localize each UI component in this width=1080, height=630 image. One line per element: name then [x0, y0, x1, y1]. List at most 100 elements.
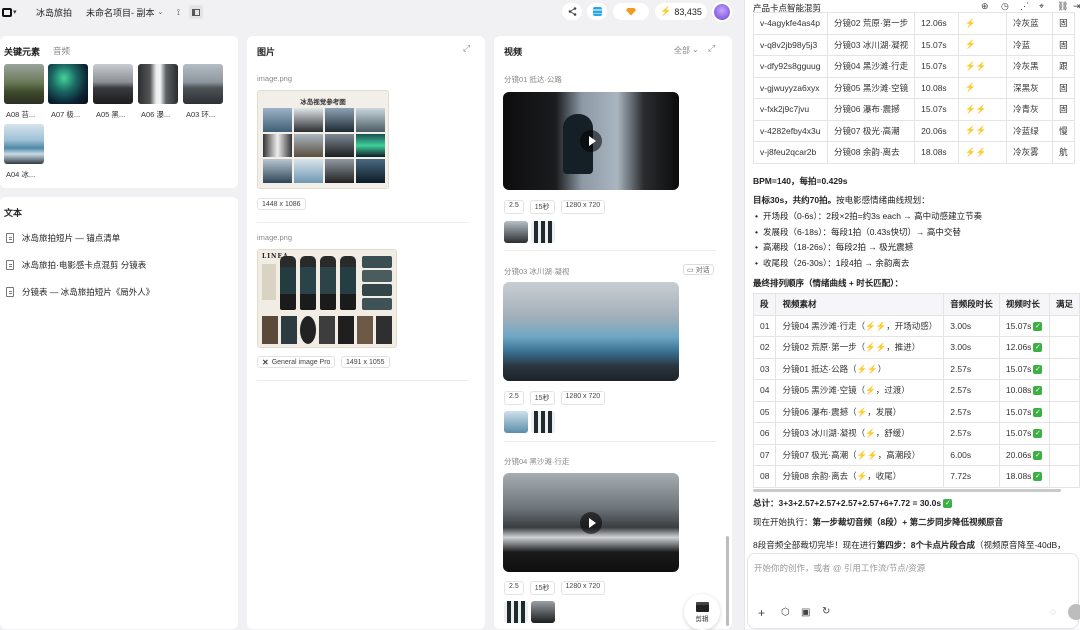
- table-cell: v-gjwuyyza6xyx: [753, 76, 828, 99]
- element-label: A06 瀑...: [141, 110, 171, 119]
- credits-pill[interactable]: ⚡ 83,435: [655, 3, 707, 20]
- new-chat-icon[interactable]: ⊕: [981, 1, 989, 12]
- table-cell: 分镜08 余韵·离去（⚡，收尾）: [775, 465, 945, 488]
- stack-button[interactable]: [587, 3, 607, 20]
- reference-thumb[interactable]: [504, 411, 528, 433]
- reference-thumb[interactable]: [504, 221, 528, 243]
- table-scrollbar[interactable]: [753, 489, 1061, 492]
- total-text: 总计：3+3+2.57+2.57+2.57+2.57+6+7.72 = 30.0…: [753, 498, 953, 509]
- reference-thumb[interactable]: [531, 601, 555, 623]
- table-cell: [1048, 379, 1080, 402]
- scrollbar[interactable]: [726, 536, 729, 626]
- table-cell: 01: [752, 314, 777, 337]
- table-cell: 18.08s: [914, 141, 960, 164]
- add-icon[interactable]: +: [758, 606, 765, 620]
- table-row: 04 分镜05 黑沙滩·空镜（⚡，过渡） 2.57s 10.08s ✓: [752, 379, 1080, 402]
- check-icon: ✓: [1033, 472, 1043, 482]
- table-cell: 7.72s: [943, 465, 1000, 488]
- table-cell: 深黑灰: [1006, 76, 1054, 99]
- meta-model: 2.5: [504, 391, 524, 405]
- play-icon[interactable]: [580, 130, 602, 152]
- layout-icon[interactable]: [189, 5, 204, 19]
- table-cell: 固: [1052, 33, 1075, 56]
- share-icon[interactable]: ⋰: [1020, 1, 1029, 12]
- image-icon[interactable]: ▣: [801, 607, 810, 618]
- app-logo[interactable]: ▾: [2, 6, 24, 18]
- reference-thumb[interactable]: [531, 221, 555, 243]
- edit-button[interactable]: 剪辑: [684, 594, 720, 630]
- table-row: v-gjwuyyza6xyx 分镜05 黑沙滩·空镜 10.08s ⚡ 深黑灰固: [753, 76, 1075, 99]
- table-cell: 03: [752, 357, 777, 380]
- doc-item[interactable]: 冰岛旅拍短片 — 锚点清单: [6, 232, 120, 244]
- upgrade-button[interactable]: [613, 3, 649, 20]
- element-thumb-aurora[interactable]: [48, 64, 88, 104]
- element-thumb-road[interactable]: [183, 64, 223, 104]
- collapse-icon[interactable]: ⇥: [1073, 1, 1080, 12]
- table-cell: 2.57s: [943, 357, 1000, 380]
- chat-input-box[interactable]: 开始你的创作，或者 @ 引用工作流/节点/资源 + ⬡ ▣ ↻ ◌: [747, 553, 1080, 629]
- refresh-icon[interactable]: ↻: [822, 606, 830, 617]
- bpm-text: BPM=140，每拍=0.429s: [753, 176, 848, 186]
- image-size-chip: 1448 x 1086: [257, 198, 306, 210]
- video-card-glacier[interactable]: [503, 282, 679, 381]
- table-cell: 6.00s: [943, 443, 1000, 466]
- link-icon[interactable]: ⛓: [1057, 1, 1068, 12]
- expand-icon[interactable]: ⤢: [463, 43, 470, 54]
- element-thumb-glacier[interactable]: [4, 124, 44, 164]
- doc-item[interactable]: 分镜表 — 冰岛旅拍短片《局外人》: [6, 286, 154, 298]
- filter-dropdown[interactable]: 全部 ⌄: [674, 45, 699, 56]
- video-label: 分镜03 冰川湖·凝视: [504, 267, 570, 276]
- dialogue-badge[interactable]: ▭ 对话: [683, 264, 714, 275]
- table-cell: 15.07s: [914, 55, 960, 78]
- meta-model: 2.5: [504, 581, 524, 595]
- plan-item: 收尾段（26-30s）：1段4拍 → 余韵离去: [755, 256, 982, 272]
- table-cell: ⚡⚡: [958, 98, 1008, 121]
- table-cell: v-4282efby4x3u: [753, 119, 828, 142]
- meta-duration: 15秒: [529, 581, 555, 595]
- avatar[interactable]: [712, 2, 732, 22]
- table-row: 01 分镜04 黑沙滩·行走（⚡⚡，开场动感） 3.00s 15.07s ✓: [752, 314, 1080, 337]
- doc-item[interactable]: 冰岛旅拍·电影感卡点混剪 分镜表: [6, 259, 146, 271]
- lightning-icon: ⚡: [660, 6, 672, 16]
- check-icon: ✓: [1033, 407, 1043, 417]
- table-cell: 15.07s ✓: [998, 422, 1050, 445]
- video-card-black-sand[interactable]: [503, 473, 679, 572]
- tab-audio[interactable]: 音频: [53, 45, 70, 57]
- clips-table: v-4agykfe4as4p 分镜02 荒原·第一步 12.06s ⚡ 冷灰蓝固 v-q8…: [753, 12, 1075, 164]
- video-card-road[interactable]: [503, 92, 679, 190]
- reference-thumb[interactable]: [531, 411, 555, 433]
- link-icon[interactable]: ⟟: [171, 5, 185, 19]
- image-card-character-sheet[interactable]: LINEA: [257, 249, 397, 348]
- table-cell: [1048, 357, 1080, 380]
- tab-key-elements[interactable]: 关键元素: [4, 45, 40, 58]
- share-icon: [568, 7, 576, 16]
- chevron-down-icon: ⌄: [157, 9, 164, 16]
- model-chip: ✕ General image Pro: [257, 356, 336, 368]
- reference-thumb[interactable]: [504, 601, 528, 623]
- table-cell: 固: [1052, 98, 1075, 121]
- image-card-reference-board[interactable]: 冰岛视觉参考图: [257, 90, 389, 189]
- send-button[interactable]: [1068, 604, 1080, 620]
- pin-icon[interactable]: ⌖: [1039, 1, 1044, 12]
- element-thumb-waterfall[interactable]: [138, 64, 178, 104]
- table-cell: 02: [752, 336, 777, 359]
- video-meta: 2.5 15秒 1280 x 720: [504, 581, 606, 595]
- table-cell: 05: [752, 400, 777, 423]
- table-row: 02 分镜02 荒原·第一步（⚡⚡，推进） 3.00s 12.06s ✓: [752, 336, 1080, 359]
- table-cell: 分镜04 黑沙滩·行走: [826, 55, 916, 78]
- element-thumb-black-sand[interactable]: [93, 64, 133, 104]
- share-button[interactable]: [562, 3, 582, 20]
- history-icon[interactable]: ◷: [1001, 1, 1009, 12]
- expand-icon[interactable]: ⤢: [708, 43, 715, 54]
- cube-icon[interactable]: ⬡: [781, 607, 790, 618]
- project-selector[interactable]: 未命名项目- 副本 ⌄: [86, 6, 163, 19]
- table-cell: ⚡: [958, 76, 1008, 99]
- table-cell: ⚡: [958, 33, 1008, 56]
- app-title[interactable]: 冰岛旅拍: [36, 6, 72, 19]
- play-icon[interactable]: [580, 511, 602, 534]
- table-row: v-q8v2jb98y5j3 分镜03 冰川湖·凝视 15.07s ⚡ 冷蓝固: [753, 33, 1075, 56]
- col-header: 段: [752, 293, 777, 316]
- element-thumb-moss[interactable]: [4, 64, 44, 104]
- table-cell: v-dfy92s8gguug: [753, 55, 828, 78]
- image-filename: image.png: [257, 233, 293, 242]
